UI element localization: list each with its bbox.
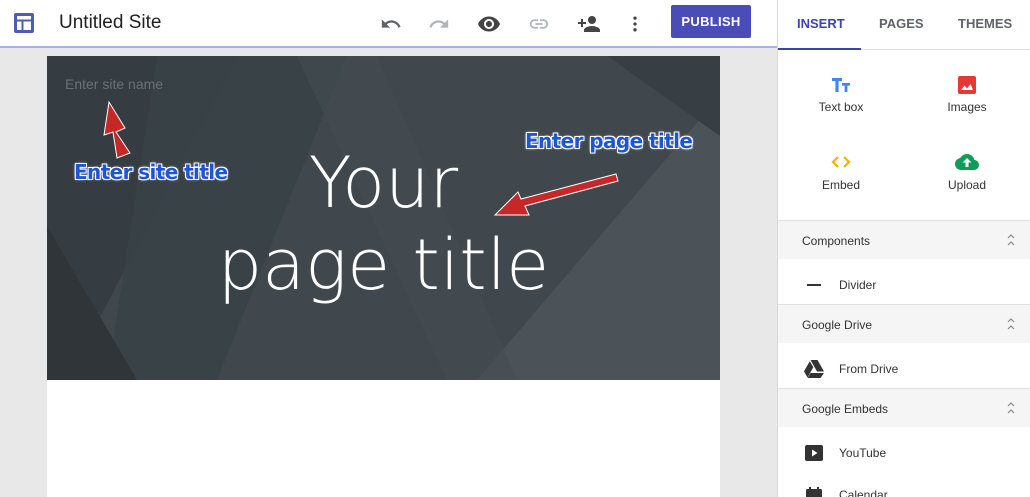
collapse-chevron-icon xyxy=(1007,318,1015,330)
link-button[interactable] xyxy=(524,9,554,39)
calendar-icon xyxy=(806,487,822,497)
sites-logo-icon[interactable] xyxy=(12,11,36,35)
section-google-embeds: Google Embeds YouTube Calendar xyxy=(778,388,1030,497)
preview-icon xyxy=(478,16,500,32)
divider-icon xyxy=(807,284,821,286)
annotation-page-title: Enter page title xyxy=(525,129,693,153)
page-title-arrow-icon xyxy=(493,173,619,216)
youtube-icon xyxy=(805,445,823,461)
insert-upload[interactable]: Upload xyxy=(904,136,1030,206)
section-title: Components xyxy=(802,234,871,248)
publish-button[interactable]: PUBLISH xyxy=(671,5,751,38)
annotation-arrows xyxy=(103,100,619,216)
link-icon xyxy=(529,19,549,29)
insert-images-label: Images xyxy=(947,100,987,114)
insert-youtube[interactable]: YouTube xyxy=(778,433,1030,473)
insert-from-drive[interactable]: From Drive xyxy=(778,349,1030,389)
panel-tabs: INSERT PAGES THEMES xyxy=(778,0,1030,50)
tab-themes[interactable]: THEMES xyxy=(958,16,1012,31)
section-google-drive: Google Drive From Drive xyxy=(778,304,1030,388)
insert-images[interactable]: Images xyxy=(904,58,1030,128)
upload-icon xyxy=(955,154,979,170)
insert-youtube-label: YouTube xyxy=(839,446,887,460)
insert-text-box[interactable]: Text box xyxy=(778,58,904,128)
annotation-site-title: Enter site title xyxy=(74,160,228,184)
more-button[interactable] xyxy=(620,9,650,39)
section-title: Google Embeds xyxy=(802,402,889,416)
embed-icon xyxy=(831,156,851,168)
image-icon xyxy=(958,76,976,94)
section-components: Components Divider xyxy=(778,220,1030,304)
more-icon xyxy=(633,16,637,32)
insert-calendar[interactable]: Calendar xyxy=(778,475,1030,497)
insert-text-box-label: Text box xyxy=(818,100,864,114)
page-header[interactable]: Enter site name Your page title Enter si… xyxy=(47,56,720,380)
tab-pages[interactable]: PAGES xyxy=(879,16,924,31)
section-google-drive-header[interactable]: Google Drive xyxy=(778,305,1030,343)
insert-embed-label: Embed xyxy=(821,178,861,192)
insert-from-drive-label: From Drive xyxy=(839,362,899,376)
redo-button[interactable] xyxy=(424,9,454,39)
tab-insert[interactable]: INSERT xyxy=(797,16,845,31)
insert-divider-label: Divider xyxy=(839,278,877,292)
text-box-icon xyxy=(832,78,850,92)
section-components-header[interactable]: Components xyxy=(778,221,1030,259)
top-bar: Untitled Site PUBLISH xyxy=(0,0,777,48)
undo-icon xyxy=(381,19,401,28)
redo-icon xyxy=(429,19,449,28)
collapse-chevron-icon xyxy=(1007,402,1015,414)
undo-button[interactable] xyxy=(376,9,406,39)
site-title-arrow-icon xyxy=(103,100,131,159)
section-title: Google Drive xyxy=(802,318,873,332)
insert-embed[interactable]: Embed xyxy=(778,136,904,206)
drive-icon xyxy=(804,360,824,378)
insert-upload-label: Upload xyxy=(947,178,987,192)
page-canvas: Enter site name Your page title Enter si… xyxy=(47,56,720,497)
collapse-chevron-icon xyxy=(1007,234,1015,246)
share-icon xyxy=(578,16,600,32)
preview-button[interactable] xyxy=(474,9,504,39)
share-button[interactable] xyxy=(574,9,604,39)
insert-divider[interactable]: Divider xyxy=(778,265,1030,305)
insert-calendar-label: Calendar xyxy=(839,488,888,497)
active-tab-indicator xyxy=(778,48,861,50)
site-title[interactable]: Untitled Site xyxy=(59,12,161,34)
insert-panel: INSERT PAGES THEMES Text box Images Embe… xyxy=(777,0,1030,497)
section-google-embeds-header[interactable]: Google Embeds xyxy=(778,389,1030,427)
